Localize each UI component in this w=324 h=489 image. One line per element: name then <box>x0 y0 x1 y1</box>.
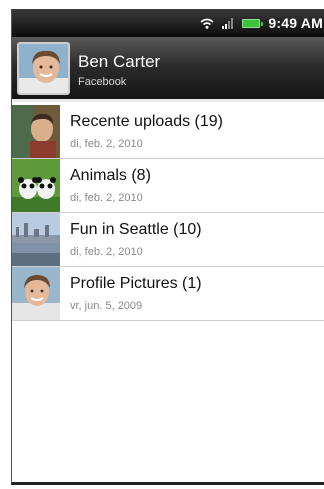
signal-icon <box>222 17 234 29</box>
album-item[interactable]: Animals (8) di, feb. 2, 2010 <box>12 159 324 213</box>
album-thumbnail <box>12 267 60 320</box>
album-date: di, feb. 2, 2010 <box>70 192 143 204</box>
album-date: vr, jun. 5, 2009 <box>70 300 143 312</box>
album-thumbnail <box>12 213 60 266</box>
profile-source: Facebook <box>78 76 127 88</box>
album-title: Recente uploads (19) <box>70 113 223 130</box>
profile-header: Ben Carter Facebook <box>12 37 324 102</box>
status-clock: 9:49 AM <box>268 15 323 31</box>
album-list: Recente uploads (19) di, feb. 2, 2010 An… <box>12 105 324 321</box>
album-thumbnail <box>12 159 60 212</box>
album-date: di, feb. 2, 2010 <box>70 138 143 150</box>
album-item[interactable]: Profile Pictures (1) vr, jun. 5, 2009 <box>12 267 324 321</box>
album-date: di, feb. 2, 2010 <box>70 246 143 258</box>
wifi-icon <box>200 18 214 29</box>
album-title: Animals (8) <box>70 167 151 184</box>
status-bar: 9:49 AM <box>12 9 324 37</box>
album-item[interactable]: Fun in Seattle (10) di, feb. 2, 2010 <box>12 213 324 267</box>
album-title: Profile Pictures (1) <box>70 275 202 292</box>
profile-name: Ben Carter <box>78 52 161 71</box>
phone-screen: 9:49 AM Ben Carter Facebook Recente uplo… <box>11 9 324 485</box>
battery-icon <box>242 18 264 28</box>
album-thumbnail <box>12 105 60 158</box>
album-title: Fun in Seattle (10) <box>70 221 202 238</box>
album-item[interactable]: Recente uploads (19) di, feb. 2, 2010 <box>12 105 324 159</box>
profile-avatar[interactable] <box>17 42 70 95</box>
